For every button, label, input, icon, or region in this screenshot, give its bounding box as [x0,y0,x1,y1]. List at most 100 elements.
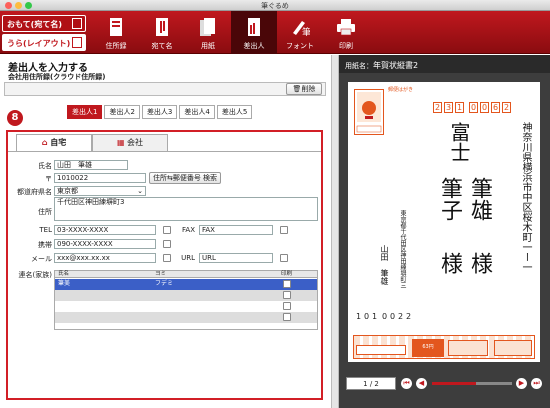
zip-digit: 2 [502,102,511,113]
table-row[interactable] [55,312,317,323]
tab-sender-5[interactable]: 差出人5 [216,105,253,119]
sender-card-icon [244,16,264,38]
chevron-down-icon: ⌄ [137,187,143,195]
last-page-button[interactable]: ⏭ [531,378,542,389]
honorific-1: 様 [467,252,492,274]
tab-sender-1[interactable]: 差出人1 [67,105,103,119]
joint-names-grid: 氏名 ヨミ 印刷 筆美 フデミ [54,270,318,330]
tab-sender-4[interactable]: 差出人4 [179,105,215,119]
tab-sender-2[interactable]: 差出人2 [104,105,140,119]
toolbar-label: 住所録 [105,42,127,50]
zip-digit: 1 [455,102,464,113]
postcard-icon [72,37,82,48]
toolbar-label: 用紙 [201,42,215,50]
page-indicator: 1 / 2 [346,377,396,390]
first-page-button[interactable]: ⏮ [401,378,412,389]
tab-home-label: 自宅 [50,138,67,147]
fax-label: FAX [182,226,195,234]
step-badge: 8 [7,110,23,126]
tel-field[interactable]: 03-XXXX-XXXX [54,225,156,235]
table-row[interactable]: 筆美 フデミ [55,279,317,290]
address-label: 住所 [38,208,52,216]
url-print-checkbox[interactable] [280,254,288,262]
year-emblem-icon [448,340,488,356]
mobile-field[interactable]: 090-XXXX-XXXX [54,239,156,249]
mobile-print-checkbox[interactable] [163,240,171,248]
honorific-2: 様 [437,252,462,274]
tab-home[interactable]: ⌂ 自宅 [16,134,92,151]
lottery-number-box [356,345,406,355]
toolbar-address-book[interactable]: 住所録 [93,11,139,54]
mail-label: メール [31,255,52,263]
page-slider-fill [432,382,476,385]
house-icon: ⌂ [41,138,48,147]
row-print-checkbox[interactable] [283,302,291,310]
zip-digit: 2 [398,312,404,321]
recipient-company: 富士 [447,122,471,162]
tab-company[interactable]: ▦ 会社 [92,134,168,151]
recipient-address: 神奈川県横浜市中区桜木町一ー一 [520,122,531,272]
zip-digit: 0 [390,312,396,321]
toolbar-print[interactable]: 印刷 [323,11,369,54]
sender-name: 山田 筆雄 [380,245,389,285]
url-field[interactable]: URL [199,253,273,263]
zip-digit: 3 [444,102,453,113]
name-label: 氏名 [38,162,52,170]
zip-field[interactable]: 1010022 [54,173,146,183]
paper-name: 年賀状縦書2 [373,61,419,70]
paper-icon [198,16,218,38]
toolbar-sender[interactable]: 差出人 [231,11,277,54]
tab-company-label: 会社 [127,138,144,147]
svg-text:筆: 筆 [302,26,310,37]
toolbar: おもて(宛て名) うら(レイアウト) 住所録 宛て名 用紙 差出人 筆 フォント… [0,11,550,54]
toolbar-label: フォント [286,42,314,50]
zip-digit: 0 [364,312,370,321]
toolbar-recipient[interactable]: 宛て名 [139,11,185,54]
page-slider-track[interactable] [432,382,512,385]
url-label: URL [181,254,195,262]
front-side-button[interactable]: おもて(宛て名) [2,15,86,32]
sender-form-frame: ⌂ 自宅 ▦ 会社 氏名 山田 筆雄 〒 1010022 住所⇆郵便番号 検索 … [6,130,323,400]
grid-header-reading: ヨミ [155,271,167,277]
paper-name-bar: 用紙名：年賀状縦書2 [339,55,550,73]
panel-splitter[interactable] [331,55,339,408]
zip-label: 〒 [45,175,52,183]
action-bar: 🗑削除 [4,82,326,96]
back-side-button[interactable]: うら(レイアウト) [2,34,86,51]
next-page-button[interactable]: ▶ [516,378,527,389]
table-row[interactable] [55,290,317,301]
mail-field[interactable]: xxx@xxx.xx.xx [54,253,156,263]
paper-name-label: 用紙名： [345,62,373,70]
postcard-preview: 郵便はがき 2 3 1 0 0 6 2 神奈川県横浜市中区桜木町一ー一 富士 筆… [348,82,540,362]
row-print-checkbox[interactable] [283,280,291,288]
row-name: 筆美 [58,280,71,287]
fax-print-checkbox[interactable] [280,226,288,234]
window-title: 筆ぐるめ [261,2,289,10]
zip-digit: 2 [433,102,442,113]
preview-navigation: 1 / 2 ⏮ ◀ ▶ ⏭ [339,375,550,395]
zip-digit: 2 [406,312,412,321]
prefecture-label: 都道府県名 [17,188,52,196]
toolbar-paper[interactable]: 用紙 [185,11,231,54]
zip-digit: 0 [469,102,478,113]
printer-icon [336,16,356,38]
toolbar-label: 宛て名 [151,42,173,50]
prefecture-select[interactable]: 東京都 ⌄ [54,186,146,196]
previous-page-button[interactable]: ◀ [416,378,427,389]
row-print-checkbox[interactable] [283,291,291,299]
row-print-checkbox[interactable] [283,313,291,321]
grid-header: 氏名 ヨミ 印刷 [55,271,317,278]
prefecture-value: 東京都 [57,187,78,195]
row-reading: フデミ [155,280,174,287]
toolbar-font[interactable]: 筆 フォント [277,11,323,54]
zip-search-button[interactable]: 住所⇆郵便番号 検索 [149,172,221,184]
name-field[interactable]: 山田 筆雄 [54,160,128,170]
back-side-label: うら(レイアウト) [7,39,71,48]
recipient-name-1: 筆雄 [467,177,492,221]
delete-button[interactable]: 🗑削除 [286,83,322,95]
table-row[interactable] [55,301,317,312]
address-field[interactable]: 千代田区神田練塀町3 [54,197,318,221]
fax-field[interactable]: FAX [199,225,273,235]
stamp [354,89,384,135]
tab-sender-3[interactable]: 差出人3 [141,105,178,119]
